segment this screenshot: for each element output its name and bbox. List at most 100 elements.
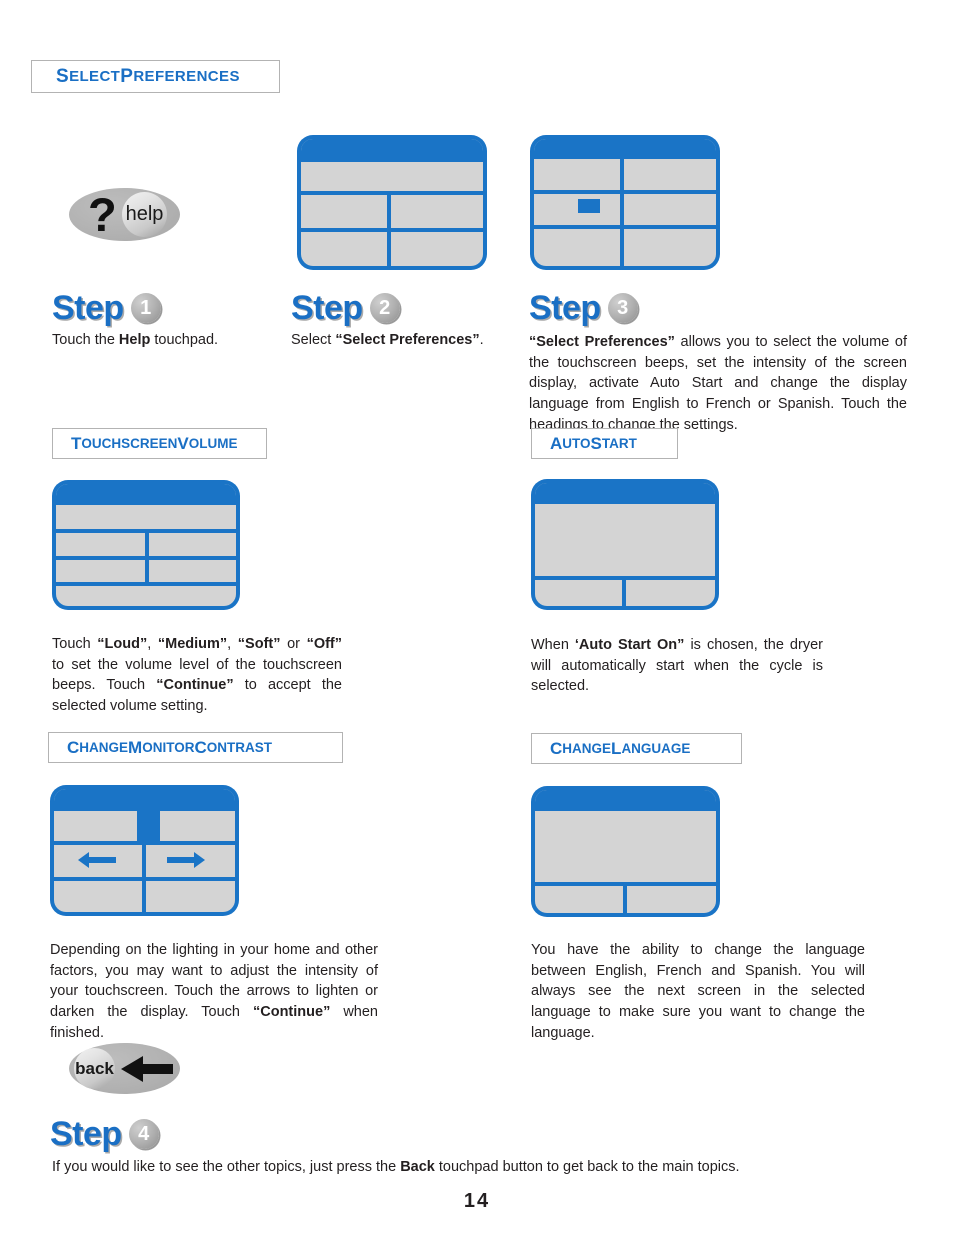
as-text-autostarton: ‘Auto Start On”	[574, 637, 685, 653]
monitor-contrast-screen[interactable]	[50, 785, 239, 916]
step-4-text-post: touchpad button to get back to the main …	[434, 1159, 740, 1175]
as-heading-tart: TART	[601, 436, 637, 451]
step-4-word: Step	[50, 1115, 122, 1153]
screen-inner	[534, 139, 716, 266]
tv-text-continue: “Continue”	[156, 677, 234, 694]
selection-indicator-block	[578, 199, 600, 213]
step-4-text-bold: Back	[400, 1159, 435, 1175]
cl-heading-l: L	[611, 738, 622, 758]
step-2-word: Step	[291, 289, 363, 327]
screen-vline-1	[623, 882, 627, 913]
back-label: back	[74, 1048, 115, 1089]
step-3-number: 3	[607, 293, 638, 323]
step-1-text-pre: Touch the	[52, 332, 119, 348]
step-2-number: 2	[369, 293, 400, 323]
screen-inner	[56, 484, 236, 606]
change-language-screen[interactable]	[531, 786, 720, 917]
step-2-text-bold: “Select Preferences”	[335, 332, 480, 348]
touchscreen-volume-header: T OUCHSCREEN V OLUME	[52, 428, 267, 459]
page-title-references: REFERENCES	[133, 68, 240, 85]
cmc-text-continue: “Continue”	[253, 1004, 331, 1021]
as-heading-a: A	[550, 433, 563, 453]
tv-heading-v: V	[177, 433, 189, 453]
right-arrow-icon[interactable]	[167, 851, 205, 869]
back-touchpad-button[interactable]: back	[69, 1043, 180, 1094]
touchscreen-volume-text: Touch “Loud”, “Medium”, “Soft” or “Off” …	[52, 634, 342, 717]
step-4-text-pre: If you would like to see the other topic…	[52, 1159, 401, 1175]
screen-hline-2	[301, 228, 483, 232]
screen-header-band	[535, 483, 715, 504]
change-language-header: C HANGE L ANGUAGE	[531, 733, 742, 764]
change-monitor-contrast-header: C HANGE M ONITOR C ONTRAST	[48, 732, 343, 763]
screen-vline-1	[145, 529, 149, 584]
step-2-text-pre: Select	[291, 332, 336, 348]
step-3-heading: Step 3	[529, 291, 638, 325]
auto-start-header: A UTO S TART	[531, 428, 678, 459]
screen-hline-2	[534, 225, 716, 229]
screen-vline-1	[620, 159, 624, 266]
auto-start-screen[interactable]	[531, 479, 719, 610]
step-3-text-bold: “Select Preferences”	[529, 334, 675, 350]
screen-header-band	[301, 139, 483, 162]
screen-hline-1	[301, 191, 483, 195]
tv-text-4: or	[280, 636, 307, 652]
step-1-number: 1	[130, 293, 161, 323]
cmc-heading-m: M	[128, 737, 143, 757]
change-monitor-contrast-text: Depending on the lighting in your home a…	[50, 940, 378, 1044]
page-number: 14	[463, 1190, 491, 1212]
left-arrow-icon[interactable]	[78, 851, 116, 869]
tv-text-2: ,	[147, 636, 158, 652]
touchscreen-volume-screen[interactable]	[52, 480, 240, 610]
page-title-elect: ELECT	[69, 68, 121, 85]
step-1-text-bold: Help	[118, 332, 151, 348]
tv-text-loud: “Loud”	[97, 636, 148, 652]
screen-header-band	[535, 790, 716, 811]
tv-heading-t: T	[71, 433, 82, 453]
cl-heading-anguage: ANGUAGE	[621, 741, 691, 756]
help-label: help	[122, 192, 167, 237]
step-2-text: Select “Select Preferences”.	[291, 330, 526, 351]
cl-heading-hange: HANGE	[562, 741, 612, 756]
screen-header-band	[534, 139, 716, 159]
step-1-text-post: touchpad.	[150, 332, 219, 348]
cmc-heading-ontrast: ONTRAST	[206, 740, 273, 755]
step-2-heading: Step 2	[291, 291, 400, 325]
tv-heading-ouchscreen: OUCHSCREEN	[81, 436, 178, 451]
tv-text-3: ,	[227, 636, 238, 652]
cmc-heading-onitor: ONITOR	[142, 740, 195, 755]
help-menu-screen[interactable]	[297, 135, 487, 270]
step-2-text-post: .	[479, 332, 484, 348]
select-preferences-screen[interactable]	[530, 135, 720, 270]
step-4-heading: Step 4	[50, 1117, 159, 1151]
tv-text-soft: “Soft”	[237, 636, 281, 652]
tv-heading-olume: OLUME	[188, 436, 238, 451]
change-language-text: You have the ability to change the langu…	[531, 940, 865, 1044]
cmc-heading-c2: C	[194, 737, 207, 757]
page-title-box: S ELECT P REFERENCES	[31, 60, 280, 93]
cmc-heading-hange: HANGE	[79, 740, 129, 755]
step-1-heading: Step 1	[52, 291, 161, 325]
question-mark-icon: ?	[88, 188, 117, 241]
step-3-text: “Select Preferences” allows you to selec…	[529, 332, 907, 436]
help-touchpad-button[interactable]: ? help	[69, 188, 180, 241]
as-text-1: When	[531, 637, 575, 653]
cmc-heading-c: C	[67, 737, 80, 757]
screen-hline-1	[534, 190, 716, 194]
auto-start-text: When ‘Auto Start On” is chosen, the drye…	[531, 635, 823, 697]
screen-vline-1	[622, 576, 626, 606]
as-heading-uto: UTO	[562, 436, 591, 451]
screen-vline-1	[142, 841, 146, 912]
screen-vline-1	[387, 191, 391, 266]
screen-header-band	[54, 789, 235, 811]
tv-text-1: Touch	[52, 636, 98, 652]
step-3-word: Step	[529, 289, 601, 327]
screen-inner	[54, 789, 235, 912]
step-4-number: 4	[128, 1119, 159, 1149]
page-title-p: P	[120, 65, 134, 87]
screen-header-band	[56, 484, 236, 505]
tv-text-medium: “Medium”	[157, 636, 228, 652]
tv-text-off: “Off”	[306, 636, 343, 652]
step-4-text: If you would like to see the other topic…	[52, 1157, 882, 1178]
step-1-word: Step	[52, 289, 124, 327]
screen-tab-block	[137, 811, 160, 841]
